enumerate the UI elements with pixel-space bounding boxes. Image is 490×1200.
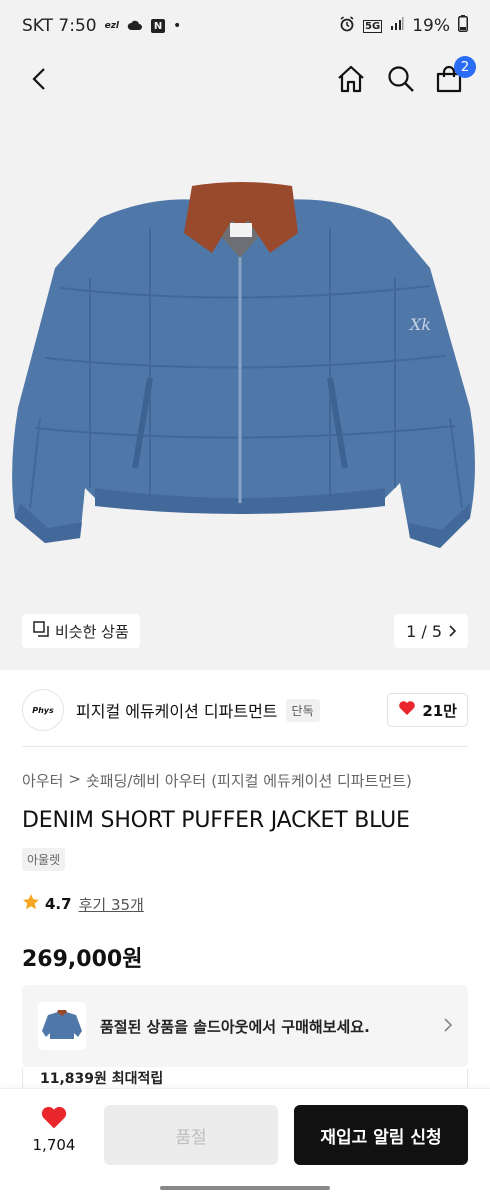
star-icon [22,893,40,915]
cloud-icon [127,16,143,36]
similar-products-button[interactable]: 비슷한 상품 [22,614,140,648]
similar-icon [33,621,49,641]
top-nav: 2 [0,52,490,108]
home-icon[interactable] [334,62,368,96]
chevron-right-icon [448,622,457,641]
max-points: 11,839원 최대적립 [22,1068,468,1090]
product-title: DENIM SHORT PUFFER JACKET BLUE [22,808,410,833]
soldout-card[interactable]: 품절된 상품을 솔드아웃에서 구매해보세요. [22,985,468,1067]
back-icon[interactable] [22,62,56,96]
system-nav-area [0,1176,490,1200]
jacket-illustration: Xk [12,182,476,548]
breadcrumb-item[interactable]: 아우터 [22,770,63,791]
wishlist-button[interactable]: 1,704 [22,1105,86,1154]
brand-row: Phys 피지컬 에듀케이션 디파트먼트 단독 21만 [22,686,468,734]
review-count-link[interactable]: 후기 35개 [79,894,144,915]
brand-name[interactable]: 피지컬 에듀케이션 디파트먼트 [76,698,278,722]
battery-percent: 19% [412,16,450,36]
soldout-button: 품절 [104,1105,278,1165]
rating-value: 4.7 [45,895,72,913]
alarm-icon [339,15,355,37]
pager-text: 1 / 5 [406,621,442,641]
similar-products-label: 비슷한 상품 [55,622,129,641]
cart-count-badge: 2 [454,56,476,78]
battery-icon [458,15,468,37]
home-indicator[interactable] [160,1186,330,1190]
heart-icon [398,700,416,720]
image-pager[interactable]: 1 / 5 [394,614,468,648]
product-price: 269,000원 [22,947,143,972]
brand-logo[interactable]: Phys [22,689,64,731]
brand-like-count: 21만 [422,701,457,720]
exclusive-tag: 단독 [285,698,320,722]
carrier-time: SKT 7:50 [22,16,97,36]
breadcrumb: 아우터 > 숏패딩/헤비 아우터 (피지컬 에듀케이션 디파트먼트) [22,770,412,791]
status-bar: SKT 7:50 ezl N • 5G 19% [0,0,490,52]
bottom-action-bar: 1,704 품절 재입고 알림 신청 [0,1088,490,1176]
brand-logo-text: Phys [32,705,54,715]
ezl-icon: ezl [104,21,120,31]
cart-icon[interactable]: 2 [432,56,476,96]
chevron-right-icon [443,1017,453,1036]
n-app-icon: N [151,19,166,33]
svg-text:Xk: Xk [408,315,431,334]
outlet-badge: 아울렛 [22,848,66,871]
restock-alert-button[interactable]: 재입고 알림 신청 [294,1105,468,1165]
wishlist-count: 1,704 [32,1136,76,1154]
dot-icon: • [173,18,182,34]
breadcrumb-item[interactable]: (피지컬 에듀케이션 디파트먼트) [211,770,412,791]
search-icon[interactable] [384,62,418,96]
soldout-message: 품절된 상품을 솔드아웃에서 구매해보세요. [100,1017,370,1036]
product-thumbnail [38,1002,86,1050]
product-image[interactable]: Xk 비슷한 상품 1 / 5 [0,108,490,670]
rating-row: 4.7 후기 35개 [22,893,144,915]
brand-like-button[interactable]: 21만 [387,693,468,727]
5g-icon: 5G [363,19,383,33]
breadcrumb-item[interactable]: 숏패딩/헤비 아우터 [86,770,206,791]
breadcrumb-separator-icon: > [68,770,81,788]
divider [22,746,468,747]
heart-icon [40,1105,68,1134]
signal-icon [390,16,404,36]
